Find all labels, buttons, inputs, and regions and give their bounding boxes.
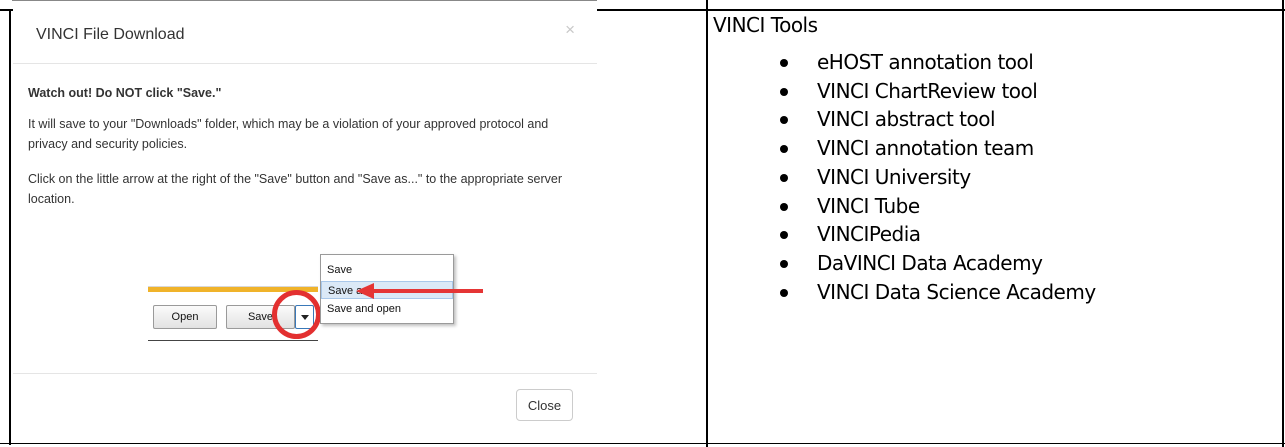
- file-download-dialog: VINCI File Download × Watch out! Do NOT …: [13, 8, 597, 438]
- menu-item-save: Save: [327, 264, 353, 276]
- highlight-circle: [272, 290, 321, 339]
- list-item: DaVINCI Data Academy: [780, 249, 1096, 278]
- close-button[interactable]: Close: [516, 389, 573, 421]
- tool-label: eHOST annotation tool: [817, 50, 1034, 74]
- pointer-arrow-icon: [356, 283, 374, 299]
- dialog-title: VINCI File Download: [36, 26, 185, 43]
- tool-label: VINCI University: [817, 164, 971, 189]
- bullet-icon: [780, 116, 788, 125]
- list-item: VINCIPedia: [780, 220, 1096, 249]
- warning-text: Watch out! Do NOT click "Save.": [28, 86, 222, 100]
- tools-panel-title: VINCI Tools: [713, 13, 818, 37]
- top-stub-line: [12, 0, 597, 1]
- tool-label: VINCI ChartReview tool: [817, 78, 1038, 103]
- list-item: VINCI ChartReview tool: [780, 77, 1096, 106]
- dialog-body: Watch out! Do NOT click "Save." It will …: [28, 83, 588, 224]
- menu-item-save-and-open: Save and open: [327, 303, 402, 315]
- table-right-border: [1282, 0, 1284, 447]
- bullet-icon: [780, 288, 788, 297]
- bullet-icon: [780, 231, 788, 240]
- tool-label: VINCI Tube: [817, 193, 920, 218]
- list-item: VINCI University: [780, 163, 1096, 192]
- tool-label: DaVINCI Data Academy: [817, 250, 1043, 275]
- bullet-icon: [780, 259, 788, 268]
- illustration-open-button: Open: [153, 305, 217, 329]
- list-item: eHOST annotation tool: [780, 48, 1096, 77]
- list-item: VINCI Tube: [780, 192, 1096, 221]
- list-item: VINCI Data Science Academy: [780, 278, 1096, 307]
- bullet-icon: [780, 173, 788, 182]
- bullet-icon: [780, 87, 788, 96]
- tool-label: VINCI abstract tool: [817, 107, 996, 132]
- tool-label: VINCI annotation team: [817, 136, 1034, 161]
- tools-list: eHOST annotation tool VINCI ChartReview …: [780, 48, 1096, 306]
- instruction-paragraph: Click on the little arrow at the right o…: [28, 172, 563, 206]
- warning-paragraph: It will save to your "Downloads" folder,…: [28, 117, 549, 151]
- table-middle-border: [706, 0, 708, 447]
- tool-label: VINCI Data Science Academy: [817, 279, 1096, 304]
- dialog-header: VINCI File Download ×: [13, 8, 597, 64]
- bullet-icon: [780, 145, 788, 154]
- table-left-border: [9, 9, 11, 445]
- tool-label: VINCIPedia: [817, 222, 921, 247]
- pointer-arrow-shaft: [373, 289, 483, 293]
- list-item: VINCI abstract tool: [780, 105, 1096, 134]
- bullet-icon: [780, 59, 788, 67]
- download-bar-bottom: [148, 340, 318, 341]
- bullet-icon: [780, 202, 788, 211]
- table-bottom-border: [0, 443, 1285, 444]
- list-item: VINCI annotation team: [780, 134, 1096, 163]
- dialog-footer-divider: [13, 373, 597, 374]
- save-as-illustration: Open Save Save Save as Save and open: [148, 248, 488, 348]
- close-icon[interactable]: ×: [565, 20, 575, 40]
